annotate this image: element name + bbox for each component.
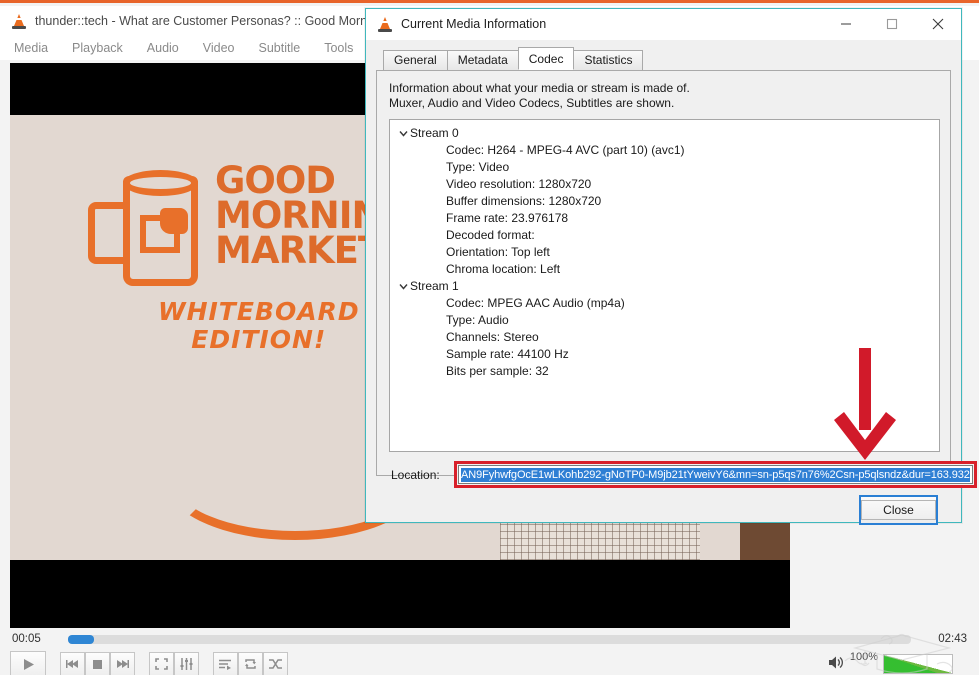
- stream-0-prop-type: Type: Video: [446, 160, 510, 174]
- location-value: AN9FyhwfgOcE1wLKohb292-gNoTP0-M9jb21tYwe…: [461, 467, 970, 482]
- description-line-2: Muxer, Audio and Video Codecs, Subtitles…: [389, 96, 675, 110]
- volume-control[interactable]: 100%: [828, 651, 979, 674]
- equalizer-button[interactable]: [174, 652, 199, 675]
- close-button[interactable]: Close: [859, 495, 938, 525]
- stream-1-header[interactable]: Stream 1: [396, 278, 935, 295]
- loop-button[interactable]: [238, 652, 263, 675]
- stream-0-label: Stream 0: [410, 126, 459, 140]
- tab-general[interactable]: General: [383, 50, 448, 70]
- stream-0-prop-decoded-format: Decoded format:: [446, 228, 535, 242]
- stop-button[interactable]: [85, 652, 110, 675]
- tab-strip: General Metadata Codec Statistics: [376, 47, 951, 71]
- seek-progress-fill: [68, 634, 95, 644]
- subtitle-line-2: EDITION!: [191, 325, 327, 354]
- location-input[interactable]: AN9FyhwfgOcE1wLKohb292-gNoTP0-M9jb21tYwe…: [458, 465, 973, 484]
- stream-0-prop-buffer: Buffer dimensions: 1280x720: [446, 194, 602, 208]
- window-controls: [823, 9, 961, 40]
- volume-label: 100%: [849, 651, 878, 663]
- stream-0-prop-framerate: Frame rate: 23.976178: [446, 211, 569, 225]
- dialog-title: Current Media Information: [401, 17, 547, 31]
- stream-1-label: Stream 1: [410, 279, 459, 293]
- previous-button[interactable]: [60, 652, 85, 675]
- close-button-label: Close: [861, 500, 936, 520]
- next-button[interactable]: [110, 652, 135, 675]
- chevron-down-icon[interactable]: [396, 283, 410, 290]
- tab-metadata[interactable]: Metadata: [446, 50, 519, 70]
- menu-item-tools[interactable]: Tools: [324, 41, 353, 55]
- shuffle-button[interactable]: [263, 652, 288, 675]
- close-icon[interactable]: [915, 9, 961, 40]
- stream-1-prop-channels: Channels: Stereo: [446, 330, 539, 344]
- chevron-down-icon[interactable]: [396, 130, 410, 137]
- stream-0-prop-resolution: Video resolution: 1280x720: [446, 177, 592, 191]
- menu-item-playback[interactable]: Playback: [72, 41, 123, 55]
- location-label: Location:: [391, 467, 440, 482]
- location-row: Location: AN9FyhwfgOcE1wLKohb292-gNoTP0-…: [389, 461, 977, 488]
- location-highlight-box: AN9FyhwfgOcE1wLKohb292-gNoTP0-M9jb21tYwe…: [454, 461, 977, 488]
- vlc-control-bar: 00:05 02:43 100%: [0, 628, 979, 675]
- speaker-icon[interactable]: [828, 655, 845, 673]
- stream-0-prop-chroma: Chroma location: Left: [446, 262, 561, 276]
- dialog-footer: Close: [389, 495, 940, 525]
- vlc-cone-icon: [378, 16, 392, 32]
- vlc-window-title: thunder::tech - What are Customer Person…: [35, 14, 384, 28]
- stream-0-prop-codec: Codec: H264 - MPEG-4 AVC (part 10) (avc1…: [446, 143, 685, 157]
- play-button[interactable]: [10, 650, 46, 675]
- menu-item-subtitle[interactable]: Subtitle: [259, 41, 301, 55]
- tab-statistics[interactable]: Statistics: [573, 50, 644, 70]
- playlist-button[interactable]: [213, 652, 238, 675]
- stream-1-prop-samplerate: Sample rate: 44100 Hz: [446, 347, 569, 361]
- subtitle-line-1: WHITEBOARD: [158, 297, 360, 326]
- maximize-icon[interactable]: [869, 9, 915, 40]
- coffee-mug-logo-icon: [88, 170, 223, 295]
- menu-item-video[interactable]: Video: [203, 41, 235, 55]
- menu-item-media[interactable]: Media: [14, 41, 48, 55]
- codec-tab-panel: Information about what your media or str…: [376, 71, 977, 525]
- tab-codec[interactable]: Codec: [517, 47, 575, 70]
- description-line-1: Information about what your media or str…: [389, 81, 690, 95]
- dialog-body: General Metadata Codec Statistics Inform…: [366, 40, 977, 525]
- seek-row: 00:05 02:43: [0, 628, 979, 650]
- elapsed-time-label: 00:05: [12, 633, 41, 645]
- playback-buttons-row: 100%: [0, 650, 979, 675]
- dialog-titlebar[interactable]: Current Media Information: [366, 9, 961, 40]
- letterbox-bottom: [10, 560, 790, 628]
- codec-tree[interactable]: Stream 0 Codec: H264 - MPEG-4 AVC (part …: [389, 119, 940, 452]
- stream-0-header[interactable]: Stream 0: [396, 125, 935, 142]
- stream-1-prop-bits: Bits per sample: 32: [446, 364, 549, 378]
- total-time-label: 02:43: [938, 633, 967, 645]
- minimize-icon[interactable]: [823, 9, 869, 40]
- vlc-cone-icon: [12, 13, 26, 29]
- stream-1-prop-type: Type: Audio: [446, 313, 509, 327]
- volume-slider[interactable]: [883, 654, 953, 674]
- video-subtitle-text: WHITEBOARD EDITION!: [158, 298, 360, 354]
- seek-slider[interactable]: [68, 634, 911, 644]
- media-information-dialog: Current Media Information General Metada…: [365, 8, 977, 525]
- fullscreen-button[interactable]: [149, 652, 174, 675]
- stream-0-prop-orientation: Orientation: Top left: [446, 245, 550, 259]
- stream-1-prop-codec: Codec: MPEG AAC Audio (mp4a): [446, 296, 625, 310]
- menu-item-audio[interactable]: Audio: [147, 41, 179, 55]
